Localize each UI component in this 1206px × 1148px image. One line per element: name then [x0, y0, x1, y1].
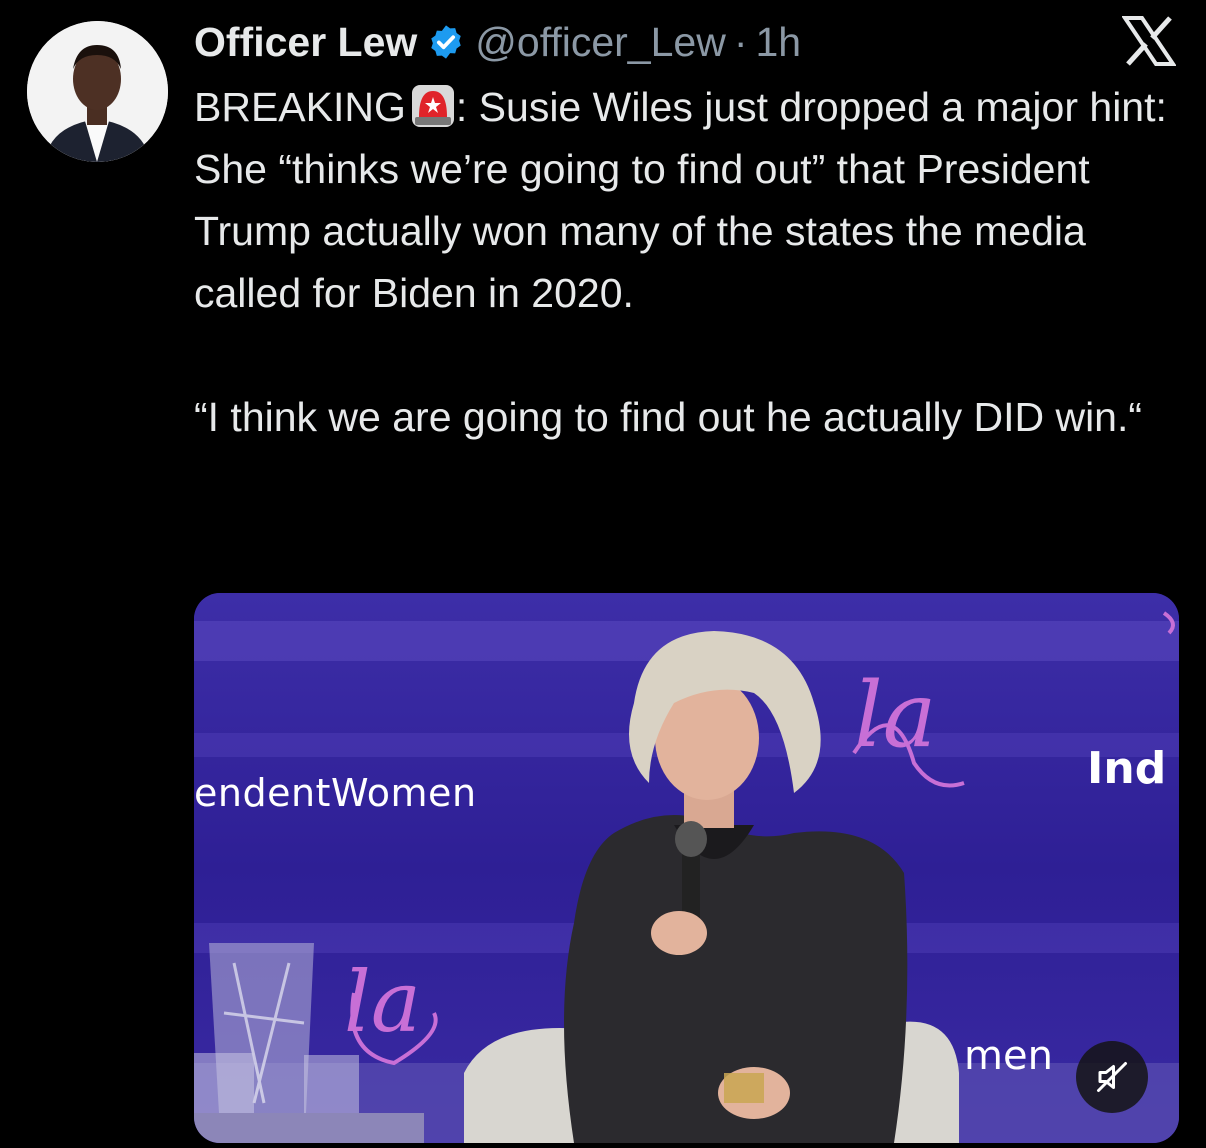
timestamp[interactable]: 1h — [755, 19, 801, 66]
verified-badge-icon — [427, 23, 465, 61]
author-name[interactable]: Officer Lew — [194, 19, 417, 66]
avatar[interactable] — [27, 21, 168, 162]
x-logo-icon[interactable] — [1121, 16, 1177, 66]
siren-emoji-icon — [410, 83, 456, 129]
tweet-body: BREAKING: Susie Wiles just dropped a maj… — [194, 76, 1184, 448]
mute-button[interactable] — [1076, 1041, 1148, 1113]
video-player[interactable]: endentWomen Ind men la la — [194, 593, 1179, 1143]
tweet-paragraph: BREAKING: Susie Wiles just dropped a maj… — [194, 76, 1184, 324]
script-text-bottom: la — [344, 953, 421, 1051]
script-text-top: la — [854, 663, 937, 768]
backdrop-text-left: endentWomen — [194, 771, 477, 815]
speaker-muted-icon — [1097, 1062, 1127, 1092]
backdrop-text-right: Ind — [1087, 743, 1167, 794]
tweet-header: Officer Lew @officer_Lew · 1h — [194, 14, 801, 70]
breaking-label: BREAKING — [194, 84, 406, 130]
tweet-quote: “I think we are going to find out he act… — [194, 394, 1143, 440]
author-handle[interactable]: @officer_Lew — [475, 19, 726, 66]
backdrop-text-bottom: men — [964, 1033, 1053, 1079]
separator: · — [733, 18, 748, 65]
